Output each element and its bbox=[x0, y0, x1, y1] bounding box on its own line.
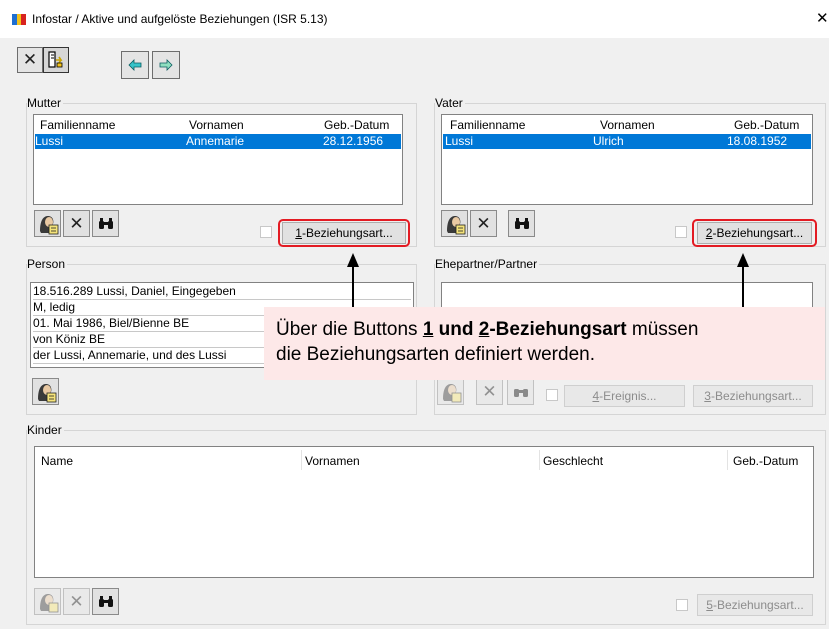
beziehungsart-3-label: -Beziehungsart... bbox=[710, 389, 802, 403]
column-header-vornamen[interactable]: Vornamen bbox=[189, 118, 244, 132]
person-group-label: Person bbox=[27, 257, 68, 271]
mutter-checkbox[interactable] bbox=[260, 226, 272, 238]
vater-checkbox[interactable] bbox=[675, 226, 687, 238]
person-card-icon bbox=[442, 383, 461, 402]
annotation-arrowhead-1 bbox=[347, 253, 359, 267]
cell-vornamen: Annemarie bbox=[186, 134, 245, 148]
vater-search-button[interactable] bbox=[508, 210, 535, 237]
partner-search-button[interactable] bbox=[507, 378, 534, 405]
mutter-list[interactable]: Familienname Vornamen Geb.-Datum Lussi A… bbox=[33, 114, 403, 205]
annotation-callout: Über die Buttons 1 und 2-Beziehungsart m… bbox=[264, 307, 825, 380]
binoculars-icon bbox=[98, 595, 113, 607]
annotation-arrow-line-1 bbox=[352, 266, 354, 307]
kinder-checkbox[interactable] bbox=[676, 599, 688, 611]
column-header-vornamen[interactable]: Vornamen bbox=[305, 454, 360, 468]
next-button[interactable] bbox=[152, 51, 180, 79]
column-divider bbox=[539, 450, 540, 470]
callout-bold-und: und bbox=[433, 319, 479, 340]
hotkey-4: 4 bbox=[592, 389, 600, 403]
form-select-icon bbox=[48, 51, 63, 68]
person-card-icon bbox=[39, 215, 58, 234]
annotation-arrowhead-2 bbox=[737, 253, 749, 267]
annotation-arrow-line-2 bbox=[742, 266, 744, 307]
highlight-box-1 bbox=[278, 219, 410, 247]
column-divider bbox=[727, 450, 728, 470]
cell-familienname: Lussi bbox=[35, 134, 64, 148]
person-card-icon bbox=[37, 383, 56, 402]
vater-person-detail-button[interactable] bbox=[441, 210, 468, 237]
mutter-group-label: Mutter bbox=[27, 96, 64, 110]
cell-geb-datum: 28.12.1956 bbox=[323, 134, 384, 148]
remove-x-icon: ✕ bbox=[476, 213, 491, 233]
partner-group-label: Ehepartner/Partner bbox=[435, 257, 540, 271]
kinder-person-detail-button[interactable] bbox=[34, 588, 61, 615]
vater-remove-button[interactable]: ✕ bbox=[470, 210, 497, 237]
partner-remove-button[interactable]: ✕ bbox=[476, 378, 503, 405]
cell-familienname: Lussi bbox=[445, 134, 474, 148]
binoculars-icon bbox=[98, 217, 113, 229]
column-header-geb-datum[interactable]: Geb.-Datum bbox=[733, 454, 798, 468]
beziehungsart-5-label: -Beziehungsart... bbox=[712, 598, 804, 612]
highlight-box-2 bbox=[692, 219, 817, 247]
person-detail-button[interactable] bbox=[32, 378, 59, 405]
kinder-search-button[interactable] bbox=[92, 588, 119, 615]
kinder-list[interactable]: Name Vornamen Geschlecht Geb.-Datum bbox=[34, 446, 814, 578]
toolbar-close-button[interactable]: ✕ bbox=[17, 47, 43, 73]
window-close-icon[interactable]: ✕ bbox=[816, 9, 829, 27]
column-header-geschlecht[interactable]: Geschlecht bbox=[543, 454, 603, 468]
person-line-id: 18.516.289 Lussi, Daniel, Eingegeben bbox=[33, 284, 411, 300]
hotkey-3: 3 bbox=[704, 389, 711, 403]
dialog-window: Infostar / Aktive und aufgelöste Beziehu… bbox=[0, 0, 829, 629]
person-card-icon bbox=[446, 215, 465, 234]
mutter-person-detail-button[interactable] bbox=[34, 210, 61, 237]
partner-checkbox[interactable] bbox=[546, 389, 558, 401]
vater-selected-row[interactable]: Lussi Ulrich 18.08.1952 bbox=[443, 134, 811, 149]
arrow-left-icon bbox=[128, 59, 142, 71]
title-bar: Infostar / Aktive und aufgelöste Beziehu… bbox=[0, 0, 829, 38]
callout-line1-suffix: müssen bbox=[626, 319, 699, 340]
hotkey-5: 5 bbox=[706, 598, 713, 612]
callout-line2: die Beziehungsarten definiert werden. bbox=[276, 344, 595, 365]
binoculars-icon bbox=[513, 388, 528, 397]
partner-person-detail-button[interactable] bbox=[437, 378, 464, 405]
callout-text: Über die Buttons 1 und 2-Beziehungsart m… bbox=[276, 317, 698, 367]
mutter-search-button[interactable] bbox=[92, 210, 119, 237]
toolbar-select-button[interactable] bbox=[43, 47, 69, 73]
close-x-icon: ✕ bbox=[22, 50, 38, 69]
vater-group-label: Vater bbox=[435, 96, 465, 110]
column-header-familienname[interactable]: Familienname bbox=[40, 118, 115, 132]
kinder-remove-button[interactable]: ✕ bbox=[63, 588, 90, 615]
mutter-remove-button[interactable]: ✕ bbox=[63, 210, 90, 237]
window-title: Infostar / Aktive und aufgelöste Beziehu… bbox=[32, 12, 328, 26]
remove-x-icon: ✕ bbox=[69, 213, 84, 233]
app-icon bbox=[12, 14, 26, 25]
ereignis-4-label: -Ereignis... bbox=[599, 389, 657, 403]
remove-x-icon: ✕ bbox=[69, 591, 84, 611]
kinder-group-label: Kinder bbox=[27, 423, 64, 437]
mutter-selected-row[interactable]: Lussi Annemarie 28.12.1956 bbox=[35, 134, 401, 149]
column-header-name[interactable]: Name bbox=[41, 454, 73, 468]
column-header-geb-datum[interactable]: Geb.-Datum bbox=[324, 118, 389, 132]
column-divider bbox=[301, 450, 302, 470]
callout-bold-beziehungsart: -Beziehungsart bbox=[489, 319, 627, 340]
beziehungsart-3-button[interactable]: 3 -Beziehungsart... bbox=[693, 385, 813, 407]
cell-vornamen: Ulrich bbox=[593, 134, 624, 148]
previous-button[interactable] bbox=[121, 51, 149, 79]
arrow-right-icon bbox=[159, 59, 173, 71]
column-header-familienname[interactable]: Familienname bbox=[450, 118, 525, 132]
remove-x-icon: ✕ bbox=[482, 381, 497, 401]
beziehungsart-5-button[interactable]: 5 -Beziehungsart... bbox=[697, 594, 813, 616]
column-header-vornamen[interactable]: Vornamen bbox=[600, 118, 655, 132]
callout-line1-prefix: Über die Buttons bbox=[276, 319, 423, 340]
column-header-geb-datum[interactable]: Geb.-Datum bbox=[734, 118, 799, 132]
person-card-icon bbox=[39, 593, 58, 612]
callout-bold-1: 1 bbox=[422, 319, 434, 340]
ereignis-4-button[interactable]: 4 -Ereignis... bbox=[564, 385, 685, 407]
callout-bold-2: 2 bbox=[478, 319, 490, 340]
cell-geb-datum: 18.08.1952 bbox=[727, 134, 788, 148]
binoculars-icon bbox=[514, 217, 529, 229]
vater-list[interactable]: Familienname Vornamen Geb.-Datum Lussi U… bbox=[441, 114, 813, 205]
